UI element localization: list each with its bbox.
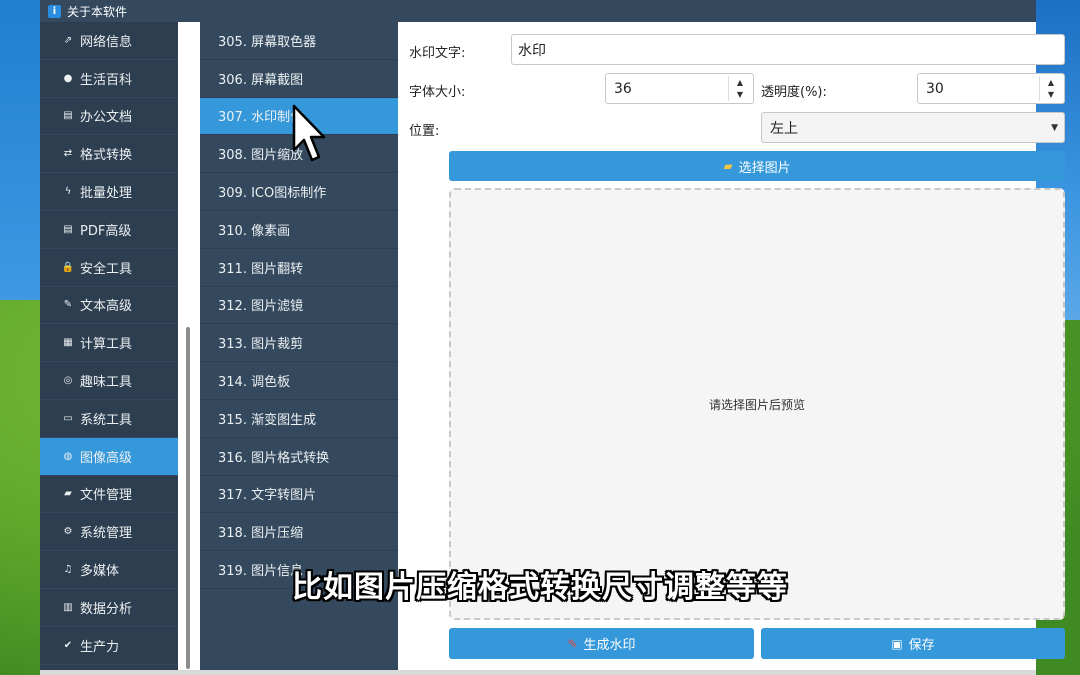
select-image-label: 选择图片: [738, 160, 791, 176]
scrollbar-thumb[interactable]: [186, 327, 190, 669]
tool-list-item[interactable]: 305. 屏幕取色器: [200, 22, 398, 60]
mouse-cursor-icon: [292, 104, 326, 162]
opacity-down-icon[interactable]: ▼: [1040, 89, 1062, 102]
chevron-down-icon: ▼: [1051, 122, 1058, 133]
image-preview-area: 请选择图片后预览: [449, 188, 1065, 620]
sidebar-item[interactable]: ✔ 生产力: [40, 627, 178, 665]
tool-list-item[interactable]: 318. 图片压缩: [200, 513, 398, 552]
sidebar-item[interactable]: ▤ PDF高级: [40, 211, 178, 249]
opacity-value: 30: [926, 80, 944, 97]
select-image-button[interactable]: ▰ 选择图片: [449, 151, 1065, 181]
save-button[interactable]: ▣ 保存: [761, 628, 1065, 659]
window-title[interactable]: 关于本软件: [67, 3, 127, 20]
sidebar-item[interactable]: ▤ 办公文档: [40, 98, 178, 136]
position-value: 左上: [770, 120, 798, 137]
sidebar-item-label: 趣味工具: [80, 375, 133, 391]
font-size-stepper[interactable]: 36 ▲ ▼: [605, 73, 754, 104]
save-label: 保存: [908, 638, 935, 653]
title-bar: i 关于本软件: [40, 0, 1036, 22]
lightning-icon: ϟ: [64, 186, 72, 198]
opacity-label: 透明度(%):: [761, 85, 827, 100]
tool-list-item[interactable]: 313. 图片裁剪: [200, 324, 398, 363]
generate-label: 生成水印: [583, 638, 636, 653]
lock-icon: 🔒: [61, 261, 75, 273]
tool-list-item[interactable]: 306. 屏幕截图: [200, 60, 398, 98]
video-subtitle: 比如图片压缩格式转换尺寸调整等等: [292, 570, 788, 605]
sidebar-item[interactable]: ● 生活百科: [40, 60, 178, 98]
sidebar-item[interactable]: ◎ 趣味工具: [40, 362, 178, 400]
sidebar-item-label: PDF高级: [80, 223, 132, 239]
sidebar-item-label: 图像高级: [80, 450, 133, 466]
save-icon: ▣: [891, 636, 903, 651]
tool-list-item[interactable]: 312. 图片滤镜: [200, 287, 398, 325]
sidebar-item[interactable]: ◍ 图像高级: [40, 437, 178, 476]
tool-list-item[interactable]: 315. 渐变图生成: [200, 400, 398, 438]
generate-watermark-button[interactable]: ✎ 生成水印: [449, 628, 754, 659]
life-icon: ●: [63, 72, 73, 84]
preview-placeholder: 请选择图片后预览: [708, 397, 805, 412]
sidebar-item[interactable]: ▰ 文件管理: [40, 476, 178, 514]
sidebar-item[interactable]: ⇄ 格式转换: [40, 135, 178, 174]
font-size-label: 字体大小:: [409, 85, 466, 100]
folder-icon: ▰: [723, 159, 733, 173]
sidebar-item-label: 计算工具: [80, 337, 133, 353]
watermark-text-label: 水印文字:: [409, 46, 466, 61]
position-label: 位置:: [409, 124, 440, 139]
position-select[interactable]: 左上 ▼: [761, 112, 1065, 143]
watermark-text-input[interactable]: 水印: [511, 34, 1065, 65]
sidebar-item-label: 文本高级: [80, 299, 133, 315]
network-icon: ⇗: [63, 34, 73, 46]
opacity-up-icon[interactable]: ▲: [1040, 76, 1062, 89]
monitor-icon: ▭: [63, 412, 73, 424]
sidebar-item[interactable]: ⚙ 系统管理: [40, 513, 178, 552]
convert-icon: ⇄: [63, 148, 73, 160]
text-icon: ✎: [63, 299, 73, 311]
tool-list-item[interactable]: 310. 像素画: [200, 211, 398, 249]
sidebar-item[interactable]: ϟ 批量处理: [40, 173, 178, 211]
sidebar-item[interactable]: 🔒 安全工具: [40, 249, 178, 287]
font-size-down-icon[interactable]: ▼: [729, 89, 751, 102]
sidebar-item[interactable]: ✎ 文本高级: [40, 287, 178, 325]
window-bottom-border: [40, 670, 1036, 675]
sidebar-item[interactable]: ▭ 系统工具: [40, 400, 178, 438]
sidebar-item-label: 系统管理: [80, 526, 133, 542]
sidebar-item[interactable]: ⇗ 网络信息: [40, 22, 178, 60]
font-size-up-icon[interactable]: ▲: [729, 76, 751, 89]
calculator-icon: ▦: [63, 337, 73, 349]
sidebar-item-label: 网络信息: [80, 34, 133, 50]
tool-list-item[interactable]: 317. 文字转图片: [200, 476, 398, 514]
tool-list-item[interactable]: 309. ICO图标制作: [200, 173, 398, 211]
magic-wand-icon: ✎: [567, 636, 578, 651]
font-size-value: 36: [614, 80, 632, 97]
tool-list-item[interactable]: 316. 图片格式转换: [200, 438, 398, 476]
target-icon: ◎: [63, 375, 73, 387]
sidebar-item-label: 格式转换: [80, 148, 133, 164]
sidebar-item-label: 批量处理: [80, 186, 133, 202]
document-icon: ▤: [63, 110, 73, 122]
info-icon: i: [48, 4, 61, 18]
tool-list-item[interactable]: 311. 图片翻转: [200, 249, 398, 287]
palette-icon: ◍: [63, 450, 73, 462]
sidebar-item-label: 系统工具: [80, 412, 133, 428]
sidebar-item-label: 办公文档: [80, 110, 133, 126]
sidebar-item-label: 生产力: [80, 639, 120, 655]
productivity-icon: ✔: [63, 639, 73, 651]
gear-icon: ⚙: [63, 526, 73, 538]
folder-icon: ▰: [64, 488, 72, 500]
opacity-stepper[interactable]: 30 ▲ ▼: [917, 73, 1065, 104]
sidebar-item-label: 安全工具: [80, 261, 133, 277]
sidebar-item-label: 生活百科: [80, 72, 133, 88]
sidebar-item-label: 文件管理: [80, 488, 133, 504]
tool-list-item[interactable]: 314. 调色板: [200, 362, 398, 400]
pdf-icon: ▤: [63, 223, 73, 235]
sidebar-item[interactable]: ▦ 计算工具: [40, 324, 178, 363]
